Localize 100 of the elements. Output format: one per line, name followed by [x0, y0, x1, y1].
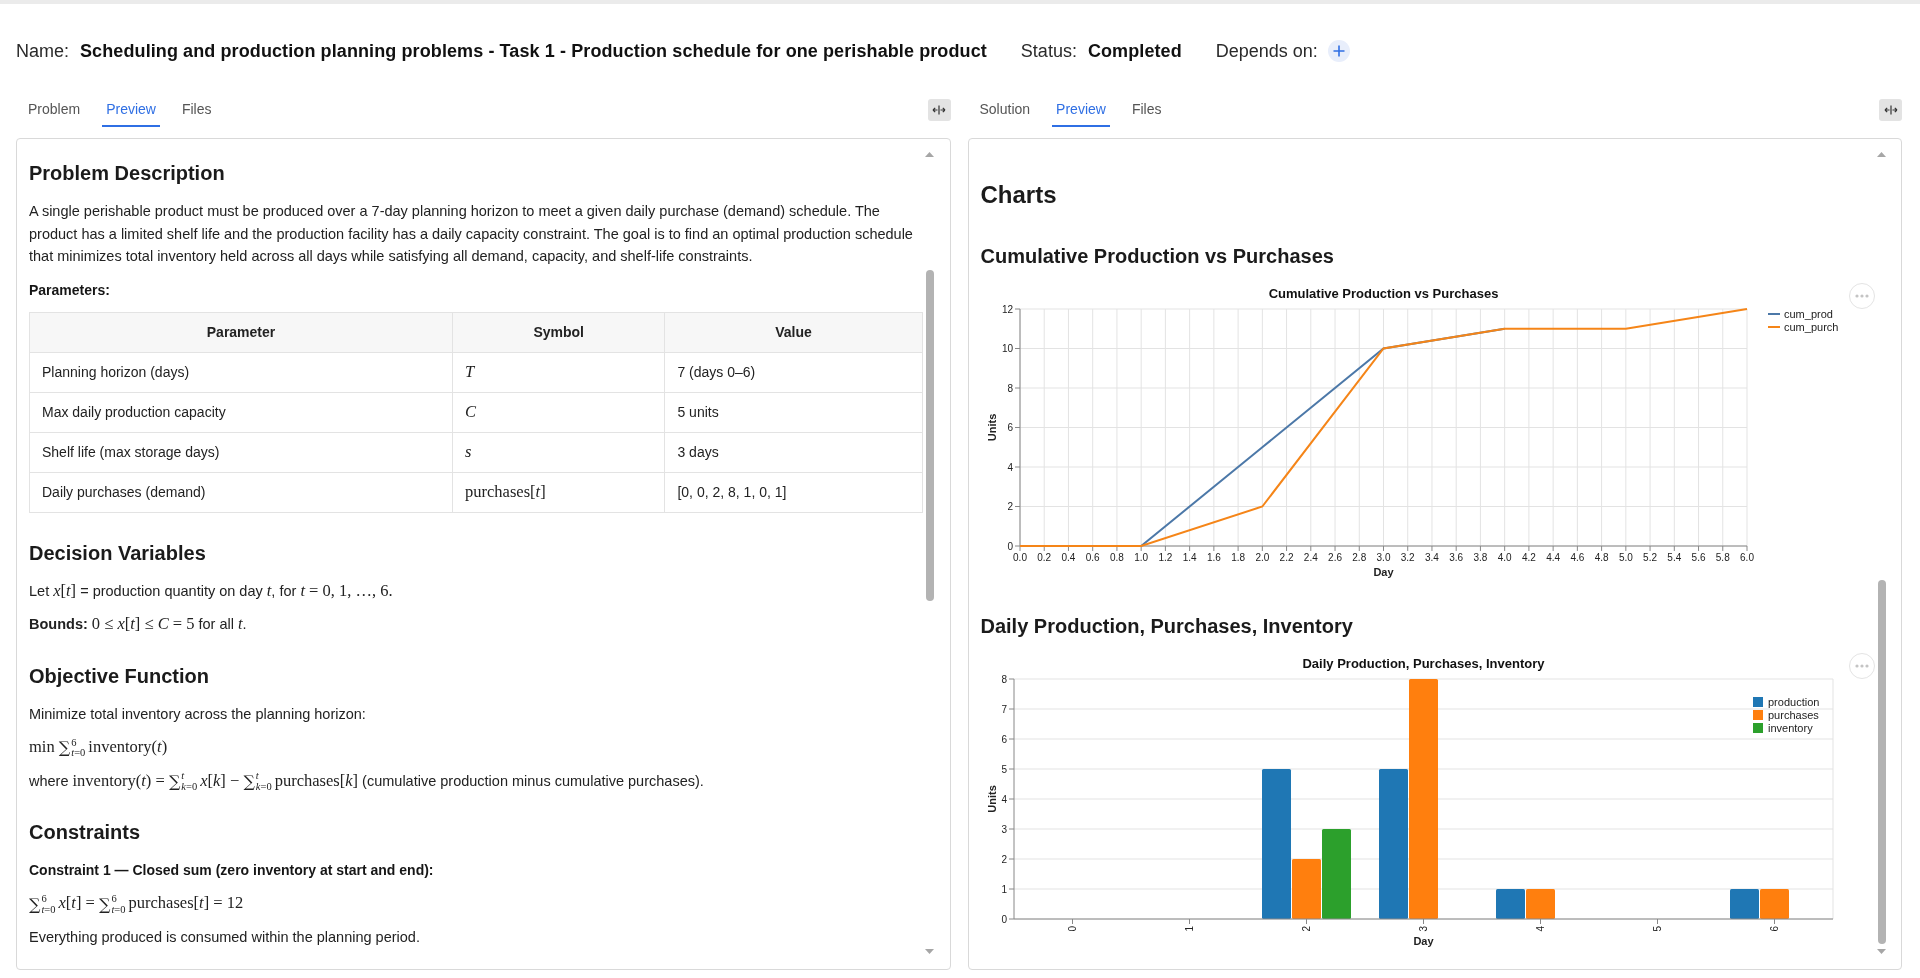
tick-label: 2.6: [1327, 552, 1342, 563]
add-dependency-button[interactable]: [1327, 40, 1350, 62]
tick-label: 2.0: [1254, 552, 1269, 563]
tick-label: 6: [1006, 422, 1013, 433]
tick-label: 2: [1300, 926, 1312, 932]
table-cell: 3 days: [664, 432, 922, 472]
bar: [1729, 889, 1759, 919]
scroll-down-icon[interactable]: [924, 949, 934, 954]
table-cell: Max daily production capacity: [29, 392, 453, 432]
tick-label: 0.8: [1109, 552, 1124, 563]
tick-label: 3.4: [1424, 552, 1439, 563]
tick-label: 2.4: [1303, 552, 1318, 563]
tick-label: 1.0: [1133, 552, 1148, 563]
tick-label: 4: [1006, 461, 1013, 473]
table-cell: 5 units: [664, 392, 922, 432]
tick-label: 3.8: [1473, 552, 1487, 563]
tick-label: 10: [1001, 343, 1013, 354]
tick-label: 1: [1183, 926, 1195, 932]
tick-label: 4.6: [1569, 552, 1584, 563]
tick-label: 5.0: [1618, 552, 1633, 563]
tick-label: 2: [1006, 501, 1013, 512]
tick-label: 4.2: [1521, 552, 1536, 563]
chart-title: Cumulative Production vs Purchases: [1268, 285, 1498, 301]
scroll-up-icon[interactable]: [1877, 152, 1886, 157]
scroll-up-icon[interactable]: [924, 152, 934, 157]
tab[interactable]: Solution: [975, 93, 1035, 127]
ellipsis-icon: [1854, 294, 1869, 298]
tick-label: 1.6: [1206, 552, 1221, 563]
table-cell: purchases[t]: [452, 472, 665, 512]
chart-menu-button[interactable]: [1848, 653, 1875, 679]
plus-icon: [1332, 45, 1345, 57]
column-header: Parameter: [29, 312, 453, 352]
tick-label: 0.4: [1061, 552, 1075, 563]
axis-title: Day: [1412, 935, 1434, 947]
tab[interactable]: Preview: [1052, 93, 1110, 127]
tick-label: 4: [1534, 926, 1546, 932]
tab[interactable]: Files: [1127, 93, 1166, 127]
chart-heading: Cumulative Production vs Purchases: [980, 244, 1335, 269]
tick-label: 7: [1000, 703, 1007, 715]
tick-label: 2: [1000, 853, 1007, 865]
task-name: Scheduling and production planning problems - Task 1 - Production schedule for one perishable product: [80, 40, 987, 63]
tick-label: 0.0: [1012, 552, 1027, 563]
tick-label: 4.8: [1594, 552, 1609, 563]
tab[interactable]: Files: [177, 93, 216, 127]
scrollbar-thumb[interactable]: [1878, 580, 1886, 944]
tick-label: 3.0: [1376, 552, 1390, 563]
column-header: Symbol: [452, 312, 665, 352]
chart-heading: Daily Production, Purchases, Inventory: [980, 614, 1354, 639]
tick-label: 6: [1000, 733, 1007, 745]
charts-title: Charts: [980, 180, 1058, 210]
split-arrows-icon: [1883, 105, 1898, 115]
tick-label: 5.8: [1715, 552, 1730, 563]
bar: [1495, 889, 1525, 919]
table-cell: T: [452, 352, 665, 392]
ellipsis-icon: [1854, 664, 1869, 668]
bold-label: Parameters:: [29, 280, 111, 300]
paragraph-text: Everything produced is consumed within the planning period.: [29, 928, 421, 947]
legend-label: purchases: [1767, 709, 1819, 721]
status-value: Completed: [1087, 40, 1182, 63]
section-heading: Constraints: [29, 820, 142, 846]
legend-label: cum_purch: [1783, 321, 1838, 333]
tick-label: 3.6: [1448, 552, 1463, 563]
tick-label: 3: [1000, 823, 1007, 835]
expand-toggle-button[interactable]: [1879, 99, 1902, 121]
tick-label: 8: [1006, 382, 1013, 394]
table-cell: Daily purchases (demand): [29, 472, 453, 512]
tick-label: 1.4: [1182, 552, 1197, 563]
split-arrows-icon: [932, 105, 946, 115]
tick-label: 1: [1000, 883, 1007, 895]
depends-on-label: Depends on:: [1215, 40, 1318, 63]
tick-label: 5.6: [1691, 552, 1705, 563]
tick-label: 4.4: [1545, 552, 1560, 563]
legend-label: inventory: [1767, 722, 1813, 734]
scrollbar-thumb[interactable]: [925, 270, 934, 601]
scroll-down-icon[interactable]: [1877, 949, 1886, 954]
tab[interactable]: Preview: [102, 93, 160, 127]
section-heading: Decision Variables: [29, 540, 207, 566]
paragraph-text: Minimize total inventory across the planning horizon:: [29, 704, 367, 724]
chart-menu-button[interactable]: [1848, 283, 1875, 309]
tick-label: 0: [1006, 540, 1013, 552]
tick-label: 1.8: [1230, 552, 1245, 563]
tick-label: 5: [1651, 926, 1663, 932]
tick-label: 5.2: [1642, 552, 1657, 563]
legend-label: cum_prod: [1783, 308, 1833, 320]
section-heading: Problem Description: [29, 161, 226, 186]
chart-title: Daily Production, Purchases, Inventory: [1302, 655, 1544, 671]
tick-label: 8: [1000, 673, 1007, 685]
tab[interactable]: Problem: [24, 93, 85, 127]
table-cell: Planning horizon (days): [29, 352, 453, 392]
table-cell: s: [452, 432, 665, 472]
expand-toggle-button[interactable]: [927, 99, 951, 121]
tick-label: 0.2: [1036, 552, 1051, 563]
bar: [1525, 889, 1555, 919]
table-cell: C: [452, 392, 665, 432]
bold-label: Constraint 1 — Closed sum (zero inventory at start and end):: [29, 861, 435, 881]
axis-title: Day: [1372, 566, 1394, 578]
bar: [1759, 889, 1789, 919]
tick-label: 4: [1000, 793, 1007, 805]
column-header: Value: [664, 312, 922, 352]
paragraph-text: A single perishable product must be produced over a 7-day planning horizon to meet a given daily purchase (demand) schedule. The product has a limited shelf life and the production facility has a daily capacity constraint. The goal is to find an optimal production schedule that minimizes total inventory held across all days while satisfying all demand, capacity, and shelf-life constraints.: [29, 202, 914, 266]
